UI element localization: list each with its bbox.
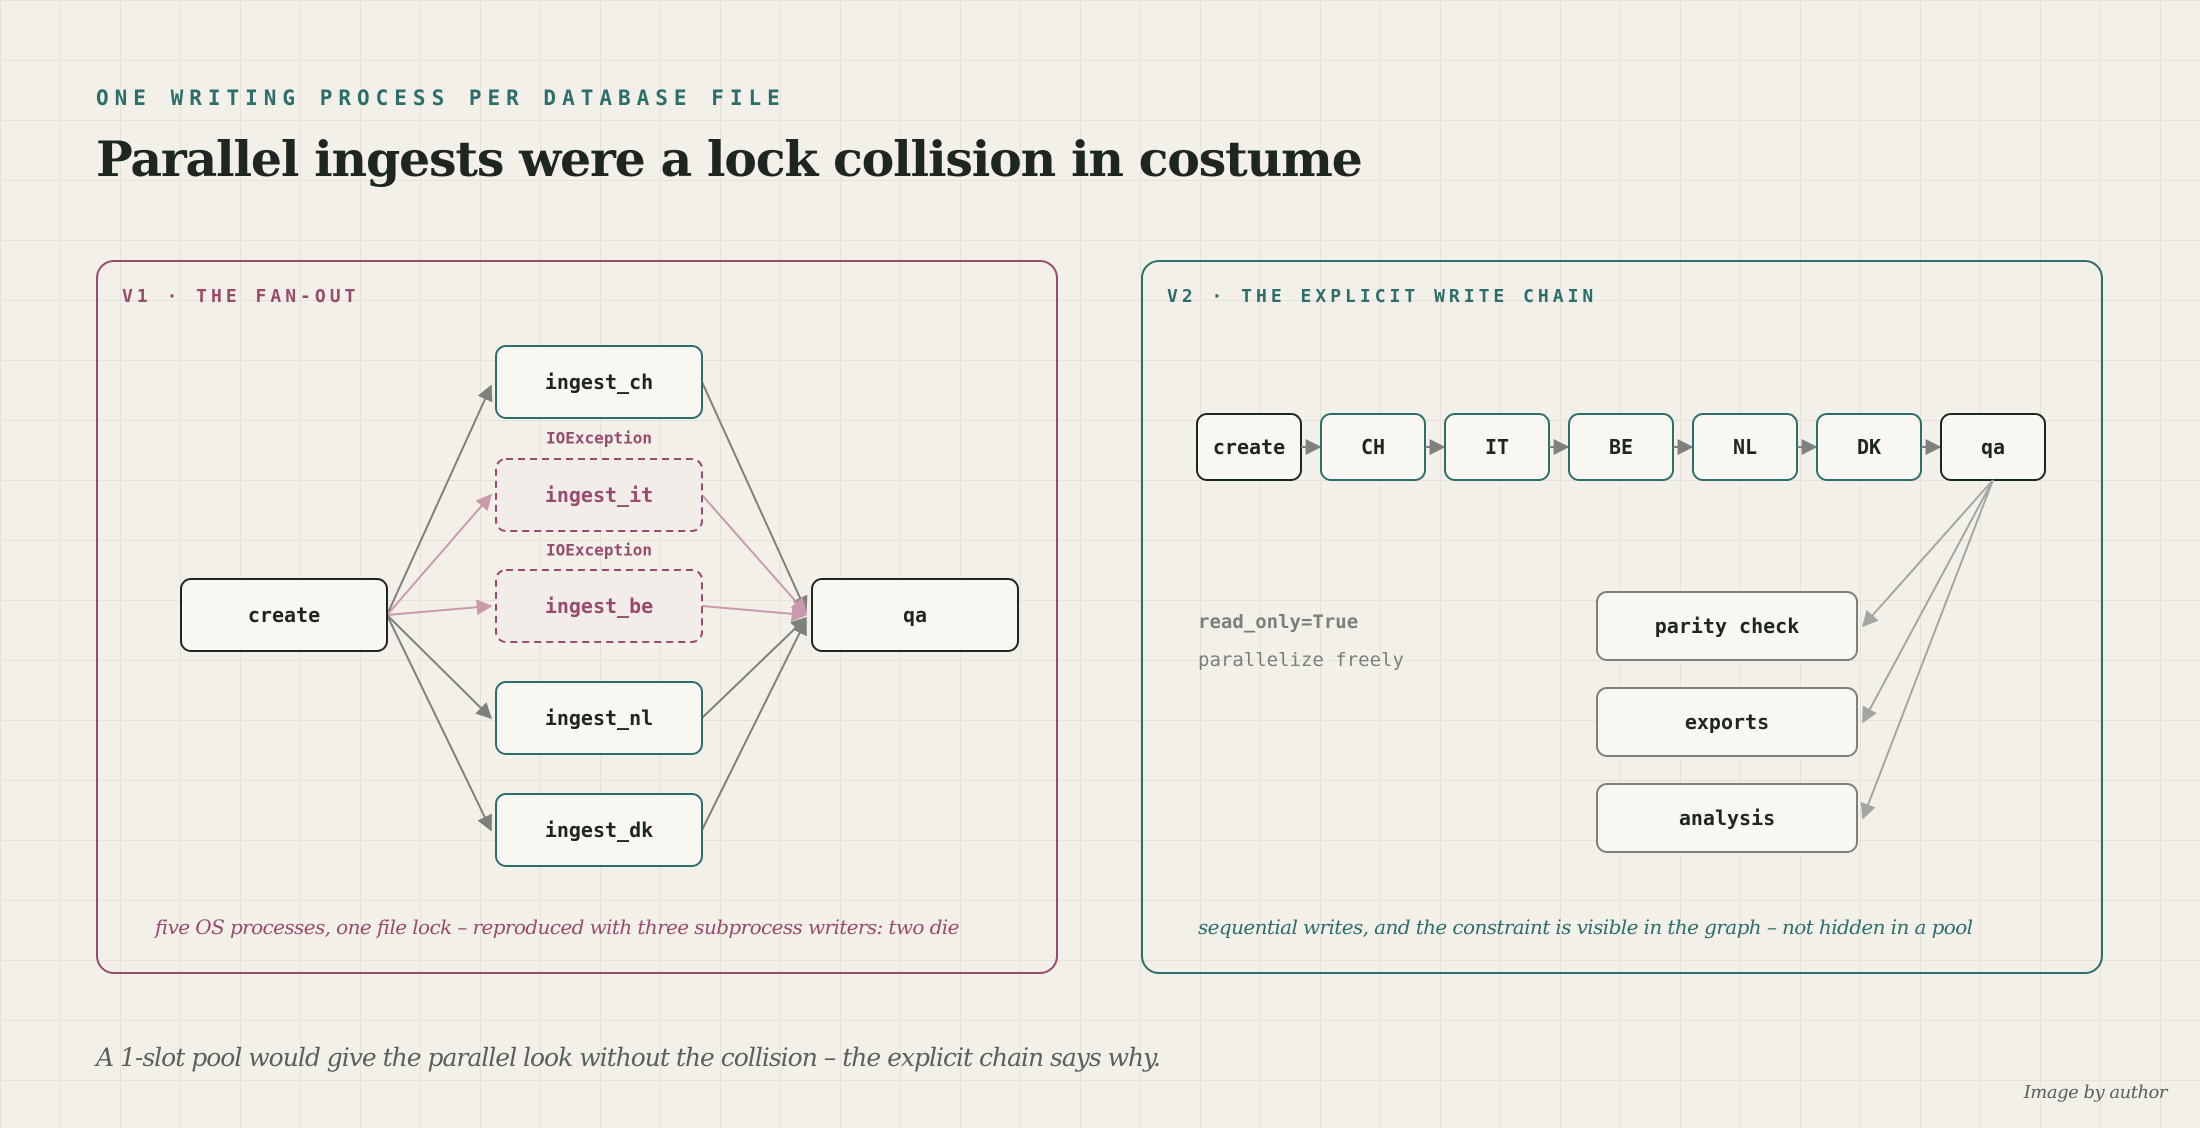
chain-node-label: DK <box>1857 435 1881 459</box>
reader-edges <box>1860 479 1994 820</box>
page-title: Parallel ingests were a lock collision i… <box>96 130 1363 188</box>
chain-node-label: NL <box>1733 435 1757 459</box>
node-ingest-dk-label: ingest_dk <box>545 818 653 842</box>
reader-node-analysis: analysis <box>1596 783 1858 853</box>
v1-panel: V1 · THE FAN-OUT create ingest_ch IOExce… <box>96 260 1058 974</box>
node-create: create <box>180 578 388 652</box>
reader-edge <box>1860 479 1994 820</box>
edge-ingest-it-qa <box>701 494 808 615</box>
reader-node-label: exports <box>1685 710 1769 734</box>
edge-ingest-nl-qa <box>701 616 808 719</box>
chain-node-label: CH <box>1361 435 1385 459</box>
node-ingest-ch: ingest_ch <box>495 345 703 419</box>
chain-node-ch: CH <box>1320 413 1426 481</box>
reader-node-label: parity check <box>1655 614 1800 638</box>
footer-note: A 1-slot pool would give the parallel lo… <box>96 1043 1161 1072</box>
eyebrow-heading: ONE WRITING PROCESS PER DATABASE FILE <box>96 86 786 110</box>
node-ingest-be-failed: ingest_be <box>495 569 703 643</box>
node-ingest-nl: ingest_nl <box>495 681 703 755</box>
chain-node-create: create <box>1196 413 1302 481</box>
v2-panel: V2 · THE EXPLICIT WRITE CHAIN create CH IT… <box>1141 260 2103 974</box>
reader-node-label: analysis <box>1679 806 1775 830</box>
chain-node-nl: NL <box>1692 413 1798 481</box>
edge-create-ingest-it <box>386 493 493 616</box>
node-ingest-ch-label: ingest_ch <box>545 370 653 394</box>
chain-node-it: IT <box>1444 413 1550 481</box>
read-only-note-code: read_only=True <box>1198 611 1358 633</box>
ingest-be-error-label: IOException <box>546 541 652 560</box>
v2-diagram: create CH IT BE NL DK qa parity check exports an… <box>1196 413 2046 853</box>
image-credit: Image by author <box>2023 1082 2168 1103</box>
chain-node-label: BE <box>1609 435 1633 459</box>
edge-ingest-ch-qa <box>701 381 808 613</box>
node-ingest-be-label: ingest_be <box>545 594 653 618</box>
read-only-note-text: parallelize freely <box>1198 649 1404 671</box>
edge-ingest-dk-qa <box>701 618 807 831</box>
node-ingest-it-label: ingest_it <box>545 483 653 507</box>
node-qa-label: qa <box>903 603 927 627</box>
reader-node-exports: exports <box>1596 687 1858 757</box>
node-ingest-it-failed: ingest_it <box>495 458 703 532</box>
node-create-label: create <box>248 603 320 627</box>
chain-node-qa: qa <box>1940 413 2046 481</box>
chain-node-label: IT <box>1485 435 1509 459</box>
edge-create-ingest-dk <box>386 614 492 832</box>
write-chain: create CH IT BE NL DK qa <box>1196 413 2046 481</box>
ingest-it-error-label: IOException <box>546 429 652 448</box>
edge-create-ingest-be <box>386 599 493 616</box>
edge-create-ingest-ch <box>386 384 493 616</box>
chain-node-be: BE <box>1568 413 1674 481</box>
node-ingest-nl-label: ingest_nl <box>545 706 653 730</box>
node-ingest-dk: ingest_dk <box>495 793 703 867</box>
v1-diagram: create ingest_ch IOException ingest_it I… <box>180 345 1019 867</box>
chain-node-dk: DK <box>1816 413 1922 481</box>
edge-create-ingest-nl <box>386 614 493 720</box>
chain-node-label: create <box>1213 435 1285 459</box>
edge-ingest-be-qa <box>701 605 808 622</box>
reader-edge <box>1861 479 1994 628</box>
node-qa: qa <box>811 578 1019 652</box>
reader-edge <box>1862 479 1994 724</box>
v1-caption: five OS processes, one file lock – repro… <box>155 915 959 939</box>
reader-node-parity-check: parity check <box>1596 591 1858 661</box>
chain-node-label: qa <box>1981 435 2005 459</box>
read-only-consumers: parity check exports analysis <box>1596 591 1858 853</box>
v2-caption: sequential writes, and the constraint is… <box>1198 915 1973 939</box>
